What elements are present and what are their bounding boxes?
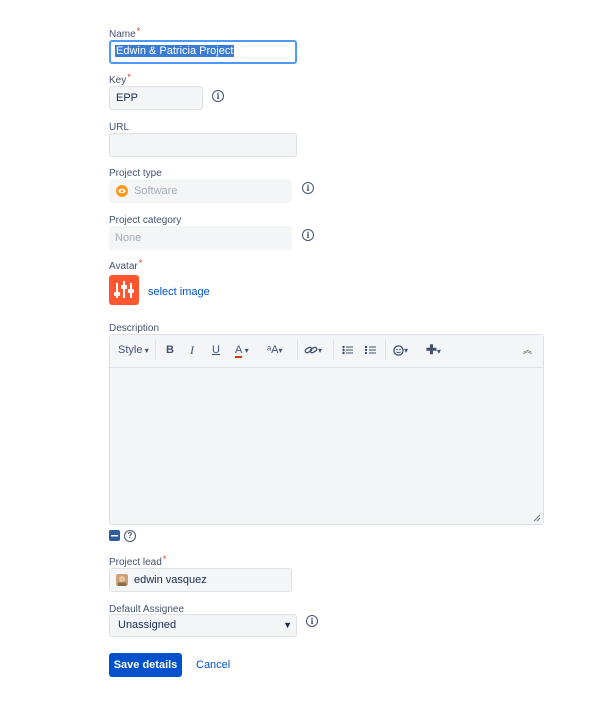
description-label: Description	[109, 323, 160, 334]
key-label: Key*	[109, 72, 131, 86]
toolbar-divider	[333, 340, 334, 360]
project-type-value: Software	[134, 185, 178, 197]
default-assignee-info-icon[interactable]: i	[306, 615, 318, 627]
text-effects-button[interactable]: ᵃA▾	[267, 335, 282, 365]
software-icon	[116, 185, 128, 197]
name-field[interactable]: Edwin & Patricia Project	[109, 40, 297, 64]
key-info-icon[interactable]: i	[212, 90, 224, 102]
default-assignee-value: Unassigned	[118, 619, 177, 631]
plus-icon: ✚	[426, 342, 437, 357]
help-icon[interactable]: ?	[124, 530, 136, 542]
project-type-field: Software	[109, 179, 292, 203]
link-icon	[304, 346, 318, 354]
name-field-value: Edwin & Patricia Project	[115, 45, 235, 57]
project-lead-label: Project lead*	[109, 554, 167, 568]
project-category-value: None	[115, 232, 142, 244]
link-button[interactable]: ▾	[304, 335, 322, 365]
emoji-icon	[393, 344, 404, 356]
chevron-down-icon: ▾	[436, 347, 441, 356]
key-field[interactable]: EPP	[109, 86, 203, 110]
project-avatar[interactable]	[109, 275, 139, 305]
numbered-list-icon	[365, 346, 376, 355]
chevron-down-icon: ▾	[318, 346, 323, 355]
save-details-button[interactable]: Save details	[109, 653, 182, 677]
editor-toolbar	[110, 335, 543, 368]
text-color-button[interactable]: A ▾	[235, 335, 249, 365]
visual-mode-icon[interactable]	[109, 530, 120, 541]
chevron-down-icon: ▾	[242, 346, 249, 355]
project-category-label: Project category	[109, 215, 182, 226]
bullet-list-button[interactable]	[342, 335, 353, 365]
select-image-link[interactable]: select image	[148, 286, 210, 298]
double-chevron-up-icon: ︽	[523, 345, 533, 355]
chevron-down-icon: ▾	[142, 346, 149, 355]
key-field-value: EPP	[116, 92, 139, 104]
url-label: URL	[109, 122, 130, 133]
description-textarea[interactable]	[110, 368, 543, 524]
default-assignee-select[interactable]: Unassigned ▼	[109, 614, 297, 637]
emoji-button[interactable]: ▾	[393, 335, 408, 365]
dropdown-arrow-icon: ▼	[283, 620, 292, 630]
collapse-toolbar-button[interactable]: ︽	[523, 335, 532, 365]
chevron-down-icon: ▾	[278, 346, 283, 355]
toolbar-divider	[297, 340, 298, 360]
cancel-link[interactable]: Cancel	[196, 659, 230, 671]
avatar-label: Avatar*	[109, 258, 143, 272]
project-lead-field[interactable]: edwin vasquez	[109, 568, 292, 592]
toolbar-divider	[155, 340, 156, 360]
underline-button[interactable]: U	[212, 335, 220, 365]
insert-more-button[interactable]: ✚▾	[426, 335, 441, 365]
bold-button[interactable]: B	[166, 335, 174, 365]
project-type-info-icon[interactable]: i	[302, 182, 314, 194]
bullet-list-icon	[342, 345, 353, 355]
style-dropdown[interactable]: Style ▾	[118, 335, 149, 365]
url-field[interactable]	[109, 133, 297, 157]
resize-handle-icon[interactable]	[533, 514, 541, 522]
user-avatar	[116, 574, 128, 586]
numbered-list-button[interactable]	[365, 335, 376, 365]
toolbar-divider	[385, 340, 386, 360]
italic-button[interactable]: I	[190, 335, 194, 365]
project-lead-value: edwin vasquez	[134, 574, 207, 586]
project-category-field: None	[109, 226, 292, 250]
project-category-info-icon[interactable]: i	[302, 229, 314, 241]
chevron-down-icon: ▾	[404, 346, 409, 355]
description-editor	[109, 334, 544, 525]
project-type-label: Project type	[109, 168, 162, 179]
name-label: Name*	[109, 26, 141, 40]
